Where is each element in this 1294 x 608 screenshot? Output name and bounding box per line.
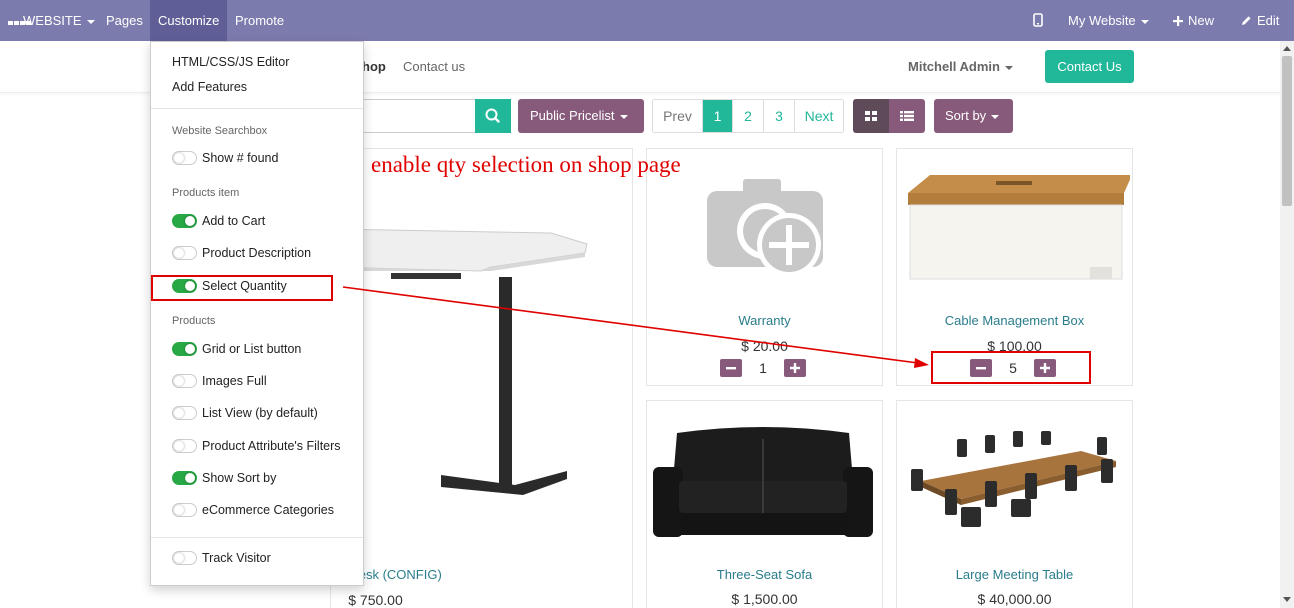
annotation-arrow (342, 286, 929, 368)
page-scrollbar[interactable] (1280, 41, 1294, 608)
scroll-up-icon[interactable] (1283, 46, 1291, 51)
scroll-down-icon[interactable] (1283, 597, 1291, 602)
scroll-thumb[interactable] (1282, 56, 1292, 206)
